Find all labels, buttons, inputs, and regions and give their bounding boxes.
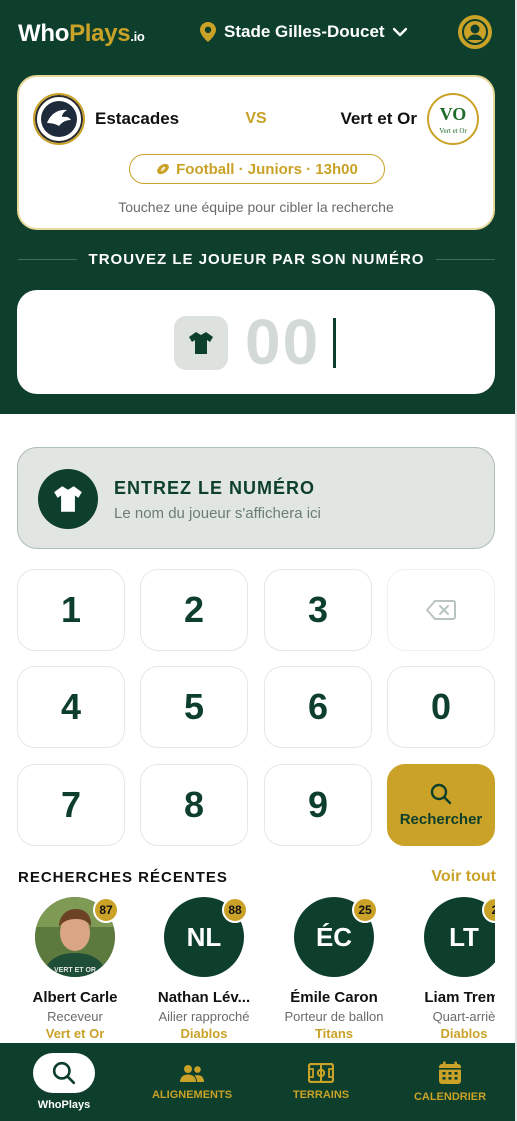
backspace-icon (426, 600, 456, 620)
player-team: Vert et Or (45, 1026, 105, 1041)
recent-title: RECHERCHES RÉCENTES (18, 869, 228, 886)
player-initials-avatar: ÉC 25 (294, 897, 378, 977)
number-input-card[interactable]: 00 (17, 290, 495, 394)
match-card: Estacades VS VO Vert et Or Vert et Or Foo… (17, 75, 495, 230)
player-initials-avatar: NL 88 (164, 897, 248, 977)
nav-label: TERRAINS (292, 1089, 350, 1101)
nav-terrains[interactable]: TERRAINS (257, 1043, 385, 1121)
venue-selector[interactable]: Stade Gilles-Doucet (200, 22, 407, 42)
player-panel-subtitle: Le nom du joueur s'affichera ici (114, 505, 321, 522)
backspace-button[interactable] (387, 569, 495, 651)
header-section: WhoPlays.io Stade Gilles-Doucet Estacade… (0, 0, 515, 414)
key-0[interactable]: 0 (387, 666, 495, 748)
recent-card[interactable]: NL 88 Nathan Lév... Ailier rapproché Dia… (145, 897, 263, 1041)
player-team: Diablos (440, 1026, 488, 1041)
player-position: Ailier rapproché (158, 1009, 250, 1024)
finder-title-text: TROUVEZ LE JOUEUR PAR SON NUMÉRO (88, 251, 425, 268)
away-team-logo: VO Vert et Or (427, 93, 479, 145)
player-position: Receveur (47, 1009, 103, 1024)
recent-card[interactable]: VERT ET OR 87 Albert Carle Receveur Vert… (18, 897, 134, 1041)
search-icon (430, 783, 452, 804)
key-6[interactable]: 6 (264, 666, 372, 748)
divider (18, 259, 77, 260)
number-display[interactable]: 00 (245, 306, 320, 378)
jersey-number-badge: 87 (93, 897, 119, 923)
away-team-button[interactable]: VO Vert et Or Vert et Or (340, 93, 479, 145)
football-icon (157, 163, 169, 175)
key-2[interactable]: 2 (140, 569, 248, 651)
match-info: Football · Juniors · 13h00 (176, 160, 358, 178)
calendar-icon (439, 1061, 461, 1084)
svg-text:VO: VO (440, 104, 467, 124)
key-8[interactable]: 8 (140, 764, 248, 846)
bottom-nav: WhoPlays ALIGNEMENTS TERRAINS CALENDRIER (0, 1043, 515, 1121)
nav-label: WhoPlays (37, 1099, 91, 1111)
field-icon (308, 1063, 334, 1083)
svg-text:Vert et Or: Vert et Or (439, 127, 467, 135)
nav-alignements[interactable]: ALIGNEMENTS (128, 1043, 256, 1121)
search-label: Rechercher (399, 810, 483, 828)
recent-card[interactable]: LT 2 Liam Treml Quart-arriè Diablos (405, 897, 495, 1041)
profile-button[interactable] (458, 15, 492, 49)
player-initials-avatar: LT 2 (424, 897, 495, 977)
key-9[interactable]: 9 (264, 764, 372, 846)
player-name: Émile Caron (290, 989, 378, 1006)
key-1[interactable]: 1 (17, 569, 125, 651)
map-pin-icon (200, 22, 216, 42)
player-name: Albert Carle (32, 989, 118, 1006)
user-icon (462, 19, 488, 45)
app-logo[interactable]: WhoPlays.io (18, 20, 145, 48)
nav-label: ALIGNEMENTS (151, 1089, 233, 1101)
jersey-number-badge: 2 (482, 897, 495, 923)
nav-active-pill (33, 1053, 95, 1093)
key-3[interactable]: 3 (264, 569, 372, 651)
chevron-down-icon (392, 27, 407, 37)
text-caret (333, 318, 336, 368)
jersey-number-badge: 88 (222, 897, 248, 923)
player-result-panel: ENTREZ LE NUMÉRO Le nom du joueur s'affi… (17, 447, 495, 549)
nav-label: CALENDRIER (413, 1091, 487, 1103)
away-team-name: Vert et Or (340, 109, 417, 128)
key-5[interactable]: 5 (140, 666, 248, 748)
divider (436, 259, 496, 260)
player-name: Liam Treml (424, 989, 495, 1006)
see-all-link[interactable]: Voir tout (431, 868, 496, 886)
player-position: Porteur de ballon (284, 1009, 384, 1024)
jersey-number-badge: 25 (352, 897, 378, 923)
finder-title: TROUVEZ LE JOUEUR PAR SON NUMÉRO (18, 251, 496, 268)
player-team: Titans (314, 1026, 354, 1041)
key-7[interactable]: 7 (17, 764, 125, 846)
nav-whoplays[interactable]: WhoPlays (0, 1043, 128, 1121)
svg-text:VERT ET OR: VERT ET OR (54, 967, 96, 974)
key-4[interactable]: 4 (17, 666, 125, 748)
venue-name: Stade Gilles-Doucet (224, 22, 385, 41)
player-team: Diablos (180, 1026, 228, 1041)
people-icon (180, 1065, 204, 1082)
player-name: Nathan Lév... (157, 989, 251, 1006)
player-position: Quart-arriè (432, 1009, 495, 1024)
search-button[interactable]: Rechercher (387, 764, 495, 846)
jersey-icon (54, 486, 82, 512)
jersey-badge (174, 316, 228, 370)
search-icon (52, 1061, 76, 1085)
player-avatar (38, 469, 98, 529)
jersey-icon (189, 332, 213, 354)
match-info-pill: Football · Juniors · 13h00 (129, 154, 385, 184)
recent-card[interactable]: ÉC 25 Émile Caron Porteur de ballon Tita… (275, 897, 393, 1041)
team-hint: Touchez une équipe pour cibler la recher… (118, 199, 394, 215)
player-panel-title: ENTREZ LE NUMÉRO (114, 478, 316, 498)
player-photo: VERT ET OR 87 (35, 897, 119, 977)
recent-list: VERT ET OR 87 Albert Carle Receveur Vert… (18, 897, 495, 1047)
nav-calendrier[interactable]: CALENDRIER (386, 1043, 514, 1121)
